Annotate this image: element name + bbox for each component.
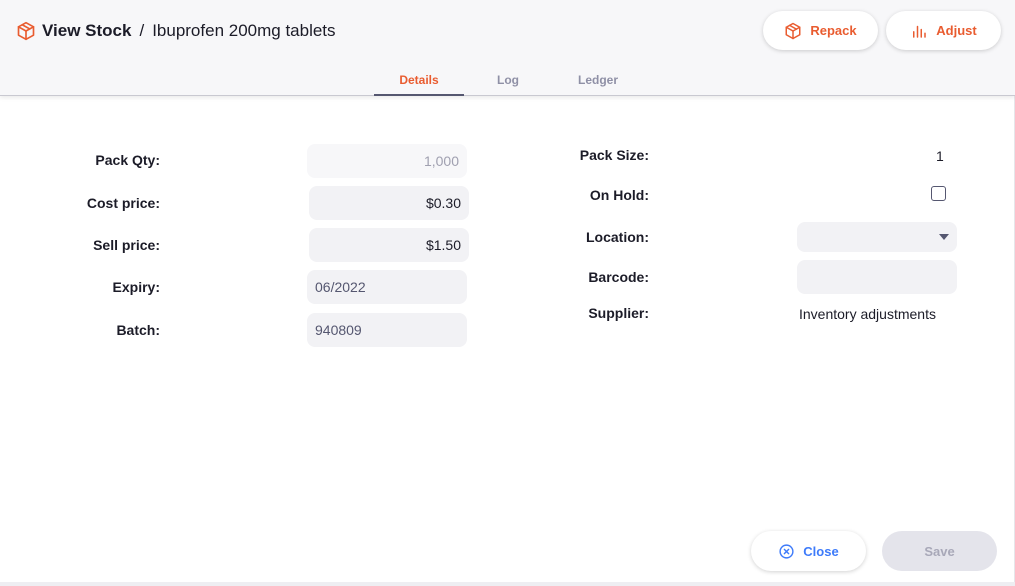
expiry-label: Expiry:: [112, 279, 160, 295]
bar-chart-icon: [913, 25, 927, 38]
box-icon: [785, 22, 801, 39]
close-button[interactable]: Close: [751, 531, 866, 571]
barcode-label: Barcode:: [588, 269, 649, 285]
tab-ledger[interactable]: Ledger: [556, 62, 640, 96]
close-label: Close: [803, 543, 839, 559]
location-select[interactable]: [797, 222, 957, 252]
supplier-value: Inventory adjustments: [799, 306, 936, 322]
title-main: View Stock: [42, 21, 132, 40]
tab-bar: Details Log Ledger: [0, 62, 1015, 96]
box-icon: [16, 21, 36, 41]
adjust-label: Adjust: [936, 23, 977, 38]
cost-price-input[interactable]: $0.30: [309, 186, 469, 220]
bottom-divider: [0, 582, 1015, 586]
cost-price-value: $0.30: [425, 195, 461, 211]
repack-label: Repack: [810, 23, 857, 38]
expiry-value: 06/2022: [315, 279, 366, 295]
header-bar: View Stock / Ibuprofen 200mg tablets Rep…: [0, 0, 1015, 96]
repack-button[interactable]: Repack: [763, 11, 878, 50]
close-circle-icon: [779, 543, 794, 559]
save-button[interactable]: Save: [882, 531, 997, 571]
pack-size-label: Pack Size:: [579, 147, 649, 163]
tab-details[interactable]: Details: [374, 62, 464, 96]
title-item-name: Ibuprofen 200mg tablets: [152, 21, 336, 40]
page-title: View Stock / Ibuprofen 200mg tablets: [16, 20, 336, 42]
barcode-input[interactable]: [797, 260, 957, 294]
location-label: Location:: [586, 229, 649, 245]
sell-price-input[interactable]: $1.50: [309, 228, 469, 262]
batch-value: 940809: [315, 322, 362, 338]
sell-price-value: $1.50: [425, 237, 461, 253]
pack-qty-label: Pack Qty:: [95, 152, 160, 168]
sell-price-label: Sell price:: [93, 237, 160, 253]
tab-log[interactable]: Log: [470, 62, 546, 96]
cost-price-label: Cost price:: [86, 195, 160, 211]
expiry-input[interactable]: 06/2022: [307, 270, 467, 304]
pack-qty-field: 1,000: [307, 144, 467, 178]
chevron-down-icon: [939, 234, 949, 240]
supplier-label: Supplier:: [588, 305, 649, 321]
pack-qty-value: 1,000: [423, 153, 459, 169]
adjust-button[interactable]: Adjust: [886, 11, 1001, 50]
title-separator: /: [139, 21, 145, 40]
on-hold-checkbox[interactable]: [931, 186, 946, 201]
batch-input[interactable]: 940809: [307, 313, 467, 347]
on-hold-label: On Hold:: [589, 187, 649, 203]
pack-size-value: 1: [936, 148, 944, 164]
save-label: Save: [924, 543, 955, 559]
view-stock-modal: View Stock / Ibuprofen 200mg tablets Rep…: [0, 0, 1015, 586]
batch-label: Batch:: [116, 322, 160, 338]
